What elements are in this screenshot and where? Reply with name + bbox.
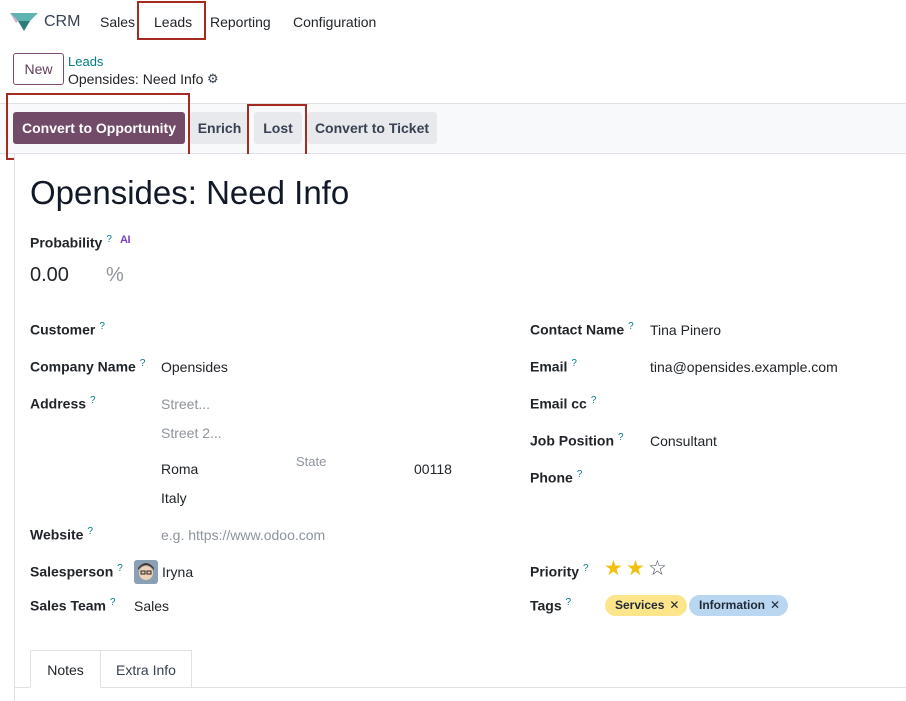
website-input[interactable]: e.g. https://www.odoo.com [161, 527, 325, 543]
probability-label: Probability? [30, 234, 112, 251]
help-icon[interactable]: ? [87, 526, 93, 537]
priority-star-1-icon[interactable]: ★ [604, 557, 623, 581]
remove-tag-icon[interactable]: ✕ [770, 598, 780, 612]
menu-configuration[interactable]: Configuration [293, 14, 376, 30]
ai-badge-icon[interactable]: AI [120, 234, 131, 246]
job-position-label: Job Position? [530, 432, 624, 449]
tab-extra-info[interactable]: Extra Info [101, 650, 192, 688]
company-name-label: Company Name? [30, 358, 145, 375]
breadcrumb-leads-link[interactable]: Leads [68, 54, 103, 69]
tab-notes[interactable]: Notes [30, 650, 101, 688]
new-button[interactable]: New [13, 53, 64, 85]
menu-reporting[interactable]: Reporting [210, 14, 271, 30]
sales-team-label: Sales Team? [30, 597, 116, 614]
job-position-label-text: Job Position [530, 432, 614, 449]
customer-label: Customer? [30, 321, 105, 338]
company-name-input[interactable]: Opensides [161, 359, 228, 375]
email-input[interactable]: tina@opensides.example.com [650, 359, 838, 375]
top-navbar: CRM Sales Leads Reporting Configuration [0, 0, 906, 44]
lead-title[interactable]: Opensides: Need Info [30, 174, 349, 212]
contact-name-label: Contact Name? [530, 321, 634, 338]
tag-services-label: Services [615, 598, 665, 612]
contact-name-input[interactable]: Tina Pinero [650, 322, 721, 338]
phone-label: Phone? [530, 469, 582, 486]
country-input[interactable]: Italy [161, 490, 187, 506]
probability-label-text: Probability [30, 234, 103, 251]
website-label: Website? [30, 526, 93, 543]
salesperson-label: Salesperson? [30, 563, 123, 580]
help-icon[interactable]: ? [583, 563, 589, 574]
sales-team-input[interactable]: Sales [134, 598, 169, 614]
zip-input[interactable]: 00118 [414, 461, 452, 477]
contact-name-label-text: Contact Name [530, 321, 625, 338]
help-icon[interactable]: ? [117, 563, 123, 574]
street2-input[interactable]: Street 2... [161, 425, 222, 441]
tag-information: Information ✕ [689, 595, 789, 616]
crm-logo-icon[interactable] [10, 11, 38, 33]
breadcrumb-current: Opensides: Need Info [68, 71, 204, 87]
address-label-text: Address [30, 395, 87, 412]
address-label: Address? [30, 395, 96, 412]
help-icon[interactable]: ? [106, 234, 112, 245]
help-icon[interactable]: ? [591, 395, 597, 406]
convert-to-ticket-button[interactable]: Convert to Ticket [307, 112, 437, 144]
avatar-icon [134, 560, 158, 584]
priority-star-3-icon[interactable]: ☆ [648, 557, 667, 581]
website-label-text: Website [30, 526, 84, 543]
tag-information-label: Information [699, 598, 765, 612]
tags-label: Tags? [530, 597, 571, 614]
help-icon[interactable]: ? [571, 358, 577, 369]
help-icon[interactable]: ? [110, 597, 116, 608]
tag-services: Services ✕ [605, 595, 688, 616]
app-name[interactable]: CRM [44, 13, 80, 31]
priority-label: Priority? [530, 563, 589, 580]
help-icon[interactable]: ? [577, 469, 583, 480]
help-icon[interactable]: ? [566, 597, 572, 608]
highlight-convert-opportunity [6, 93, 190, 160]
email-cc-label: Email cc? [530, 395, 596, 412]
remove-tag-icon[interactable]: ✕ [669, 598, 679, 612]
salesperson-label-text: Salesperson [30, 563, 114, 580]
email-label: Email? [530, 358, 577, 375]
state-input[interactable]: State [296, 454, 326, 469]
help-icon[interactable]: ? [618, 432, 624, 443]
job-position-input[interactable]: Consultant [650, 433, 717, 449]
phone-label-text: Phone [530, 469, 573, 486]
tags-label-text: Tags [530, 597, 562, 614]
help-icon[interactable]: ? [140, 358, 146, 369]
probability-unit: % [106, 264, 124, 286]
avatar [134, 560, 158, 584]
highlight-leads-menu [137, 1, 206, 40]
gear-icon[interactable]: ⚙ [207, 71, 219, 87]
salesperson-input[interactable]: Iryna [162, 564, 193, 580]
city-input[interactable]: Roma [161, 461, 198, 477]
help-icon[interactable]: ? [90, 395, 96, 406]
help-icon[interactable]: ? [628, 321, 634, 332]
email-label-text: Email [530, 358, 568, 375]
help-icon[interactable]: ? [99, 321, 105, 332]
sales-team-label-text: Sales Team [30, 597, 107, 614]
priority-star-2-icon[interactable]: ★ [626, 557, 645, 581]
email-cc-label-text: Email cc [530, 395, 587, 412]
form-sheet [14, 154, 906, 701]
company-name-label-text: Company Name [30, 358, 136, 375]
priority-label-text: Priority [530, 563, 580, 580]
customer-label-text: Customer [30, 321, 96, 338]
enrich-button[interactable]: Enrich [190, 112, 249, 144]
menu-sales[interactable]: Sales [100, 14, 135, 30]
street-input[interactable]: Street... [161, 396, 210, 412]
probability-input[interactable]: 0.00 [30, 264, 69, 287]
highlight-lost [247, 104, 307, 157]
